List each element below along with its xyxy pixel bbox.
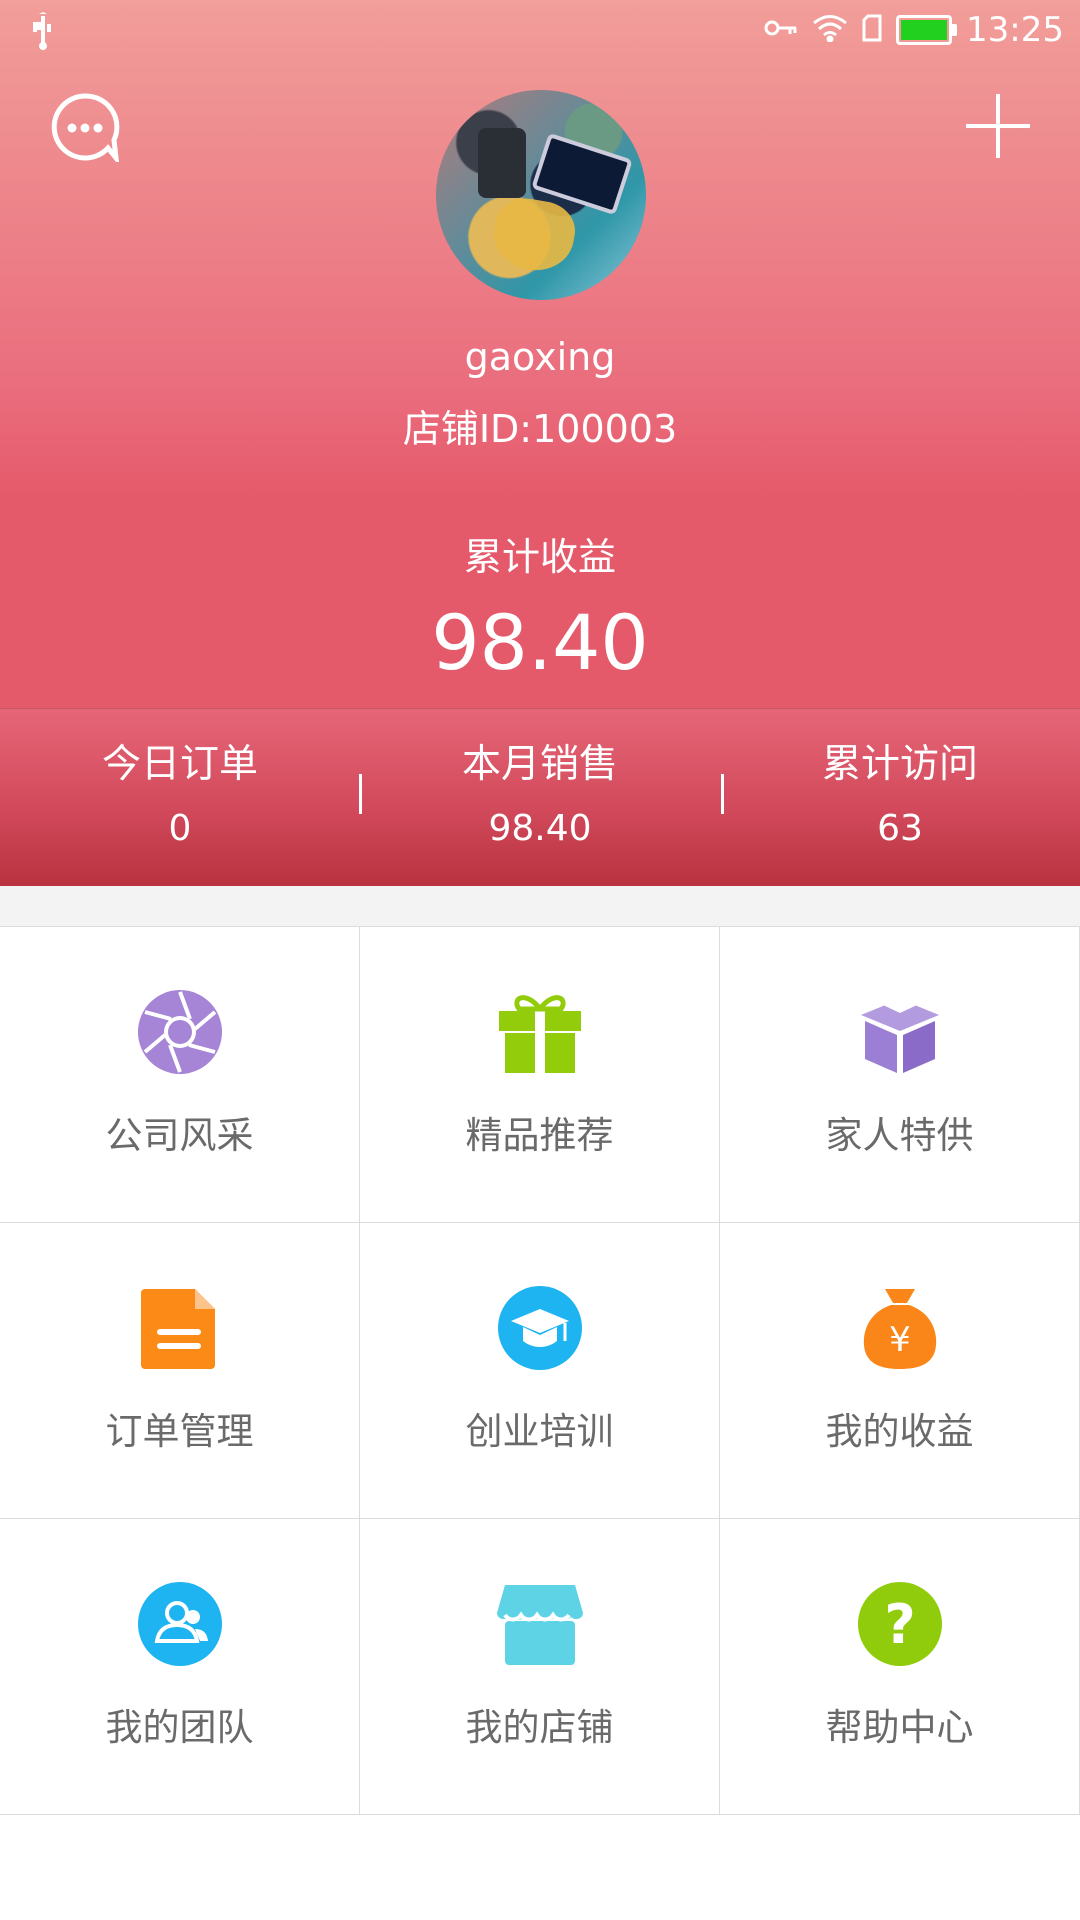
grid-item-my-earnings[interactable]: ¥ 我的收益 — [720, 1223, 1080, 1519]
aperture-icon — [138, 990, 222, 1074]
battery-icon — [896, 15, 958, 45]
grid-item-label: 公司风采 — [105, 1114, 254, 1157]
stat-label: 今日订单 — [101, 742, 258, 787]
grid-item-my-team[interactable]: 我的团队 — [0, 1519, 360, 1815]
message-button[interactable] — [50, 92, 120, 167]
grid-item-label: 创业培训 — [465, 1410, 614, 1453]
grid-item-label: 我的收益 — [825, 1410, 974, 1453]
store-icon — [497, 1585, 583, 1665]
help-icon: ? — [858, 1582, 942, 1666]
grid-item-label: 我的店铺 — [465, 1706, 614, 1749]
username: gaoxing — [464, 335, 616, 379]
status-time: 13:25 — [966, 10, 1064, 50]
section-gap — [0, 886, 1080, 926]
stat-value: 63 — [877, 808, 923, 849]
stat-label: 本月销售 — [461, 742, 618, 787]
money-bag-icon: ¥ — [863, 1289, 937, 1369]
grid-item-label: 家人特供 — [825, 1114, 974, 1157]
add-button[interactable] — [962, 90, 1034, 162]
stat-label: 累计访问 — [821, 742, 978, 787]
status-bar: 13:25 — [0, 0, 1080, 62]
usb-icon — [28, 12, 58, 56]
gift-icon — [499, 995, 581, 1073]
grid-item-order-management[interactable]: 订单管理 — [0, 1223, 360, 1519]
plus-icon — [966, 94, 1030, 158]
stat-month-sales[interactable]: 本月销售 98.40 — [360, 740, 720, 854]
grid-item-business-training[interactable]: 创业培训 — [360, 1223, 720, 1519]
svg-text:?: ? — [884, 1593, 915, 1656]
grid-item-label: 帮助中心 — [825, 1706, 974, 1749]
grid-item-label: 精品推荐 — [465, 1114, 614, 1157]
stat-today-orders[interactable]: 今日订单 0 — [0, 740, 360, 854]
team-icon — [138, 1582, 222, 1666]
total-earnings-value: 98.40 — [431, 598, 649, 687]
graduation-cap-icon — [498, 1286, 582, 1370]
grid-item-label: 订单管理 — [105, 1410, 254, 1453]
box-icon — [861, 991, 939, 1073]
stat-total-visits[interactable]: 累计访问 63 — [720, 740, 1080, 854]
svg-text:¥: ¥ — [889, 1320, 911, 1360]
stat-value: 0 — [168, 808, 192, 849]
avatar[interactable] — [436, 90, 646, 300]
chat-bubble-icon — [51, 93, 120, 167]
grid-item-company-style[interactable]: 公司风采 — [0, 927, 360, 1223]
grid-item-my-store[interactable]: 我的店铺 — [360, 1519, 720, 1815]
grid-item-help-center[interactable]: ? 帮助中心 — [720, 1519, 1080, 1815]
document-icon — [141, 1289, 215, 1369]
wifi-icon — [812, 14, 848, 46]
grid-item-label: 我的团队 — [105, 1706, 254, 1749]
stat-value: 98.40 — [488, 808, 592, 849]
sim-icon — [862, 14, 882, 46]
grid-item-family-offer[interactable]: 家人特供 — [720, 927, 1080, 1223]
feature-grid: 公司风采 精品推荐 家人特供 订单管理 创业培训 ¥ 我的收益 我的团队 我的店… — [0, 926, 1080, 1817]
store-id: 店铺ID:100003 — [402, 407, 678, 451]
key-icon — [764, 16, 798, 44]
total-earnings-label: 累计收益 — [463, 535, 616, 579]
grid-item-featured[interactable]: 精品推荐 — [360, 927, 720, 1223]
